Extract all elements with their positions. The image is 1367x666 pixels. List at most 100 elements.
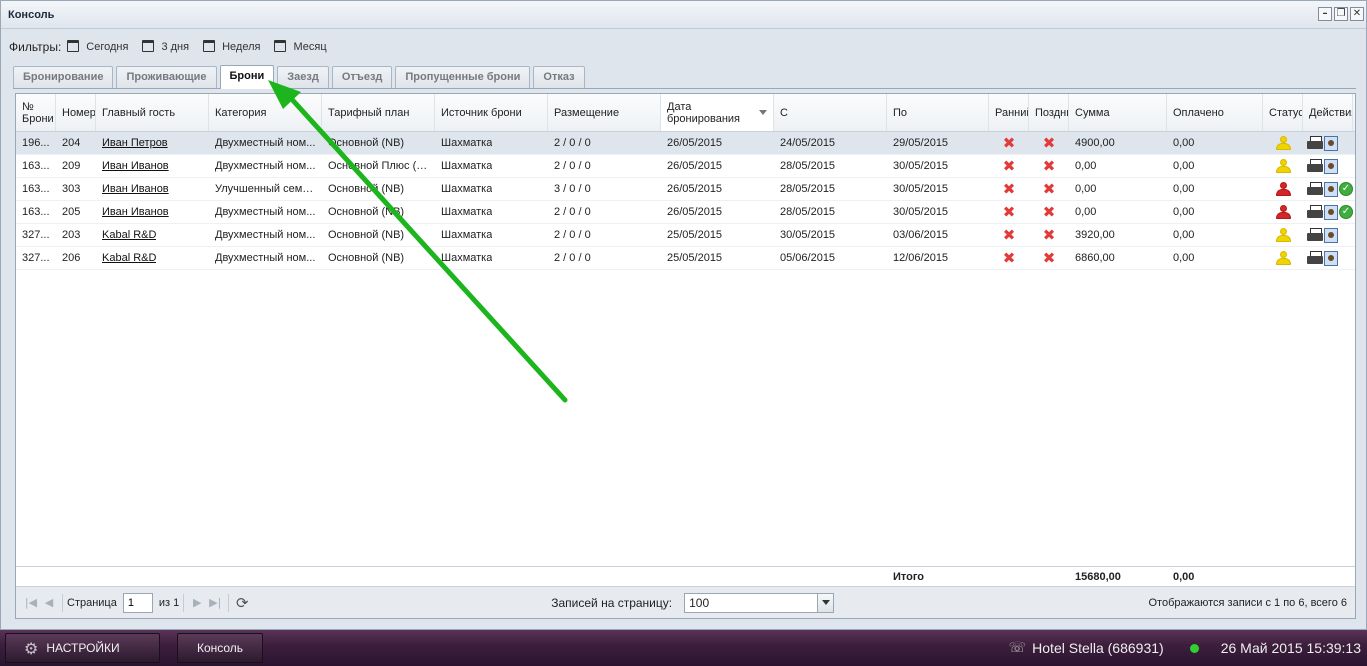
cell-actions	[1303, 224, 1353, 246]
cell-text: 28/05/2015	[780, 160, 836, 172]
cell-text: 29/05/2015	[893, 137, 949, 149]
column-header-rate[interactable]: Тарифный план	[322, 94, 435, 131]
cell-text: 26/05/2015	[667, 183, 723, 195]
tab-check-out[interactable]: Отъезд	[331, 66, 393, 88]
cell-text: 3920,00	[1075, 229, 1115, 241]
last-page-icon[interactable]: ▶|	[206, 594, 224, 612]
cell-room: 205	[56, 201, 96, 223]
guest-card-icon[interactable]	[1324, 250, 1338, 266]
table-row[interactable]: 163... 303 Иван Иванов Улучшенный семе... Ос…	[16, 178, 1355, 201]
column-header-early[interactable]: Ранний	[989, 94, 1029, 131]
cell-text: 05/06/2015	[780, 252, 836, 264]
column-header-category[interactable]: Категория	[209, 94, 322, 131]
printer-icon[interactable]	[1307, 251, 1323, 265]
tab-reservations[interactable]: Брони	[219, 65, 275, 89]
cross-icon: ✖	[1002, 225, 1016, 244]
printer-icon[interactable]	[1307, 136, 1323, 150]
guest-link[interactable]: Kabal R&D	[102, 229, 156, 241]
table-row[interactable]: 327... 206 Kabal R&D Двухместный ном... Осно…	[16, 247, 1355, 270]
guest-card-icon[interactable]	[1324, 158, 1338, 174]
guest-link[interactable]: Иван Иванов	[102, 160, 169, 172]
printer-icon[interactable]	[1307, 182, 1323, 196]
filter-3-days[interactable]: 3 дня	[142, 40, 190, 53]
column-header-room[interactable]: Номер	[56, 94, 96, 131]
column-header-actions[interactable]: Действия	[1303, 94, 1353, 131]
filters-label: Фильтры:	[9, 40, 62, 54]
per-page-value: 100	[689, 595, 710, 610]
first-page-icon[interactable]: |◀	[22, 594, 40, 612]
column-header-guest[interactable]: Главный гость	[96, 94, 209, 131]
cell-sum: 6860,00	[1069, 247, 1167, 269]
column-header-booked[interactable]: Дата бронирования	[661, 94, 774, 131]
next-page-icon[interactable]: ▶	[188, 594, 206, 612]
cell-room: 206	[56, 247, 96, 269]
settings-button[interactable]: ⚙ НАСТРОЙКИ	[5, 633, 160, 663]
column-header-status[interactable]: Статус	[1263, 94, 1303, 131]
printer-icon[interactable]	[1307, 228, 1323, 242]
per-page-select[interactable]: 100	[684, 592, 835, 613]
column-header-sum[interactable]: Сумма	[1069, 94, 1167, 131]
column-header-from[interactable]: С	[774, 94, 887, 131]
filter-label: 3 дня	[161, 41, 190, 53]
cell-text: Основной (NB)	[328, 206, 405, 218]
cell-room: 203	[56, 224, 96, 246]
cell-late: ✖	[1029, 155, 1069, 177]
page-input[interactable]	[122, 592, 153, 613]
column-header-id[interactable]: № Брони	[16, 94, 56, 131]
close-icon[interactable]: ✕	[1350, 7, 1364, 21]
table-row[interactable]: 163... 205 Иван Иванов Двухместный ном... Ос…	[16, 201, 1355, 224]
check-icon[interactable]: ✓	[1339, 182, 1353, 196]
filter-month[interactable]: Месяц	[274, 40, 327, 53]
table-row[interactable]: 196... 204 Иван Петров Двухместный ном... Ос…	[16, 132, 1355, 155]
guest-card-icon[interactable]	[1324, 181, 1338, 197]
cell-text: Основной (NB)	[328, 137, 405, 149]
column-header-paid[interactable]: Оплачено	[1167, 94, 1263, 131]
guest-card-icon[interactable]	[1324, 135, 1338, 151]
cell-status	[1263, 132, 1303, 154]
tab-cancelled[interactable]: Отказ	[533, 66, 585, 88]
refresh-icon[interactable]: ⟳	[233, 594, 251, 612]
column-header-placement[interactable]: Размещение	[548, 94, 661, 131]
filter-week[interactable]: Неделя	[203, 40, 260, 53]
guest-link[interactable]: Иван Иванов	[102, 183, 169, 195]
printer-icon[interactable]	[1307, 205, 1323, 219]
table-row[interactable]: 163... 209 Иван Иванов Двухместный ном... Ос…	[16, 155, 1355, 178]
column-header-to[interactable]: По	[887, 94, 989, 131]
minimize-icon[interactable]: –	[1318, 7, 1332, 21]
cell-text: Двухместный ном...	[215, 160, 316, 172]
filter-today[interactable]: Сегодня	[67, 40, 128, 53]
cell-text: 163...	[22, 183, 50, 195]
tab-check-in[interactable]: Заезд	[277, 66, 329, 88]
printer-icon[interactable]	[1307, 159, 1323, 173]
cell-actions	[1303, 132, 1353, 154]
column-header-source[interactable]: Источник брони	[435, 94, 548, 131]
guest-status-icon	[1275, 135, 1291, 151]
tab-residents[interactable]: Проживающие	[116, 66, 217, 88]
table-row[interactable]: 327... 203 Kabal R&D Двухместный ном... Осно…	[16, 224, 1355, 247]
cross-icon: ✖	[1042, 248, 1056, 267]
cell-text: Шахматка	[441, 206, 493, 218]
cell-text: Основной (NB)	[328, 183, 405, 195]
cell-early: ✖	[989, 155, 1029, 177]
column-header-late[interactable]: Поздний	[1029, 94, 1069, 131]
guest-link[interactable]: Kabal R&D	[102, 252, 156, 264]
taskbar: ⚙ НАСТРОЙКИ Консоль ☏ Hotel Stella (6869…	[0, 630, 1367, 666]
guest-link[interactable]: Иван Петров	[102, 137, 168, 149]
guest-card-icon[interactable]	[1324, 227, 1338, 243]
console-button[interactable]: Консоль	[177, 633, 263, 663]
chevron-down-icon[interactable]	[817, 593, 834, 612]
cell-rate: Основной (NB)	[322, 224, 435, 246]
guest-link[interactable]: Иван Иванов	[102, 206, 169, 218]
calendar-icon	[274, 40, 287, 52]
cell-text: 25/05/2015	[667, 252, 723, 264]
check-icon[interactable]: ✓	[1339, 205, 1353, 219]
tab-missed-reservations[interactable]: Пропущенные брони	[395, 66, 531, 88]
cell-category: Улучшенный семе...	[209, 178, 322, 200]
restore-icon[interactable]: ❐	[1334, 7, 1348, 21]
cell-text: 6860,00	[1075, 252, 1115, 264]
tab-booking[interactable]: Бронирование	[13, 66, 114, 88]
cell-placement: 2 / 0 / 0	[548, 132, 661, 154]
prev-page-icon[interactable]: ◀	[40, 594, 58, 612]
guest-card-icon[interactable]	[1324, 204, 1338, 220]
cell-category: Двухместный ном...	[209, 201, 322, 223]
